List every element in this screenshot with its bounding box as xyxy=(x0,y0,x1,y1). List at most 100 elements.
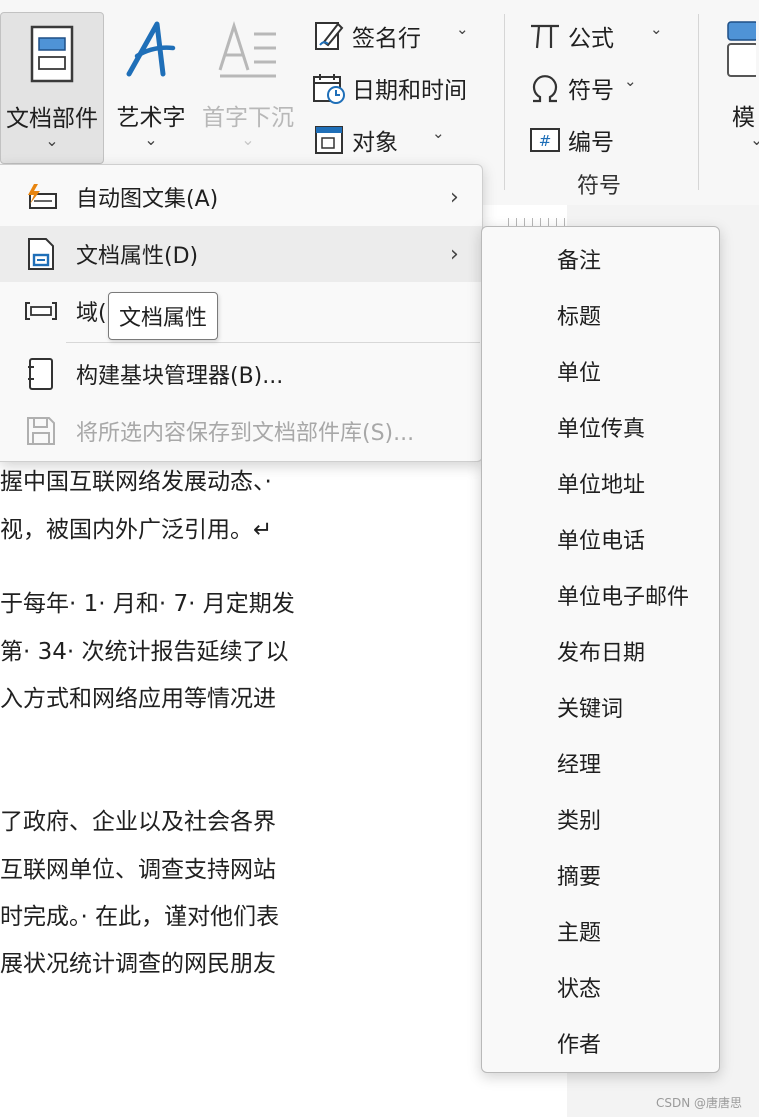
svg-text:#: # xyxy=(539,132,552,150)
menu-item-label: 文档属性(D) xyxy=(76,244,199,269)
doc-parts-button[interactable]: 文档部件 ⌄ xyxy=(0,12,104,164)
submenu-item-label: 单位传真 xyxy=(557,417,646,442)
symbols-group-label: 符号 xyxy=(577,174,622,199)
menu-item-autotext[interactable]: 自动图文集(A) › xyxy=(0,169,482,225)
object-label: 对象 xyxy=(352,130,398,156)
menu-item-label: 将所选内容保存到文档部件库(S)... xyxy=(76,421,415,446)
submenu-item-label: 单位 xyxy=(557,361,602,386)
submenu-item-label: 作者 xyxy=(557,1033,602,1058)
number-icon: # xyxy=(528,123,562,157)
doc-text-line[interactable]: 展状况统计调查的网民朋友 xyxy=(0,944,276,978)
dropcap-button[interactable]: 首字下沉 ⌄ xyxy=(196,12,300,162)
chevron-down-icon: ⌄ xyxy=(432,124,445,142)
menu-item-label: 自动图文集(A) xyxy=(76,187,219,212)
date-time-label: 日期和时间 xyxy=(352,78,467,104)
chevron-down-icon: ⌄ xyxy=(650,20,663,38)
watermark: CSDN @唐唐思 xyxy=(656,1096,743,1110)
doc-parts-menu: 自动图文集(A) › 文档属性(D) › 域(构建基块管理器(B)... 将所… xyxy=(0,164,483,462)
document-property-icon xyxy=(22,235,60,273)
omega-icon xyxy=(528,71,562,105)
submenu-item[interactable]: 状态 xyxy=(482,959,719,1015)
submenu-item[interactable]: 关键词 xyxy=(482,679,719,735)
menu-item-save-selection[interactable]: 将所选内容保存到文档部件库(S)... xyxy=(0,403,482,459)
field-icon xyxy=(22,292,60,330)
submenu-item[interactable]: 单位地址 xyxy=(482,455,719,511)
equation-label: 公式 xyxy=(568,26,614,52)
doc-parts-icon xyxy=(30,25,74,83)
dropcap-icon xyxy=(218,21,276,78)
doc-text-line[interactable]: 握中国互联网络发展动态、· xyxy=(0,462,272,496)
submenu-item[interactable]: 备注 xyxy=(482,231,719,287)
doc-text-line[interactable]: 互联网单位、调查支持网站 xyxy=(0,850,276,884)
submenu-item[interactable]: 单位电子邮件 xyxy=(482,567,719,623)
template-label: 模 xyxy=(732,105,755,131)
wordart-button[interactable]: 艺术字 ⌄ xyxy=(110,12,192,162)
chevron-down-icon: ⌄ xyxy=(750,130,759,149)
dropcap-label: 首字下沉 xyxy=(202,105,294,131)
chevron-down-icon: ⌄ xyxy=(624,72,637,90)
chevron-right-icon: › xyxy=(450,241,459,267)
doc-text-line[interactable]: 时完成。· 在此，谨对他们表 xyxy=(0,897,279,931)
number-button[interactable]: # 编号 xyxy=(528,118,688,162)
wordart-label: 艺术字 xyxy=(116,105,186,131)
menu-separator xyxy=(66,342,480,343)
signature-line-label: 签名行 xyxy=(352,26,421,52)
submenu-item-label: 单位电子邮件 xyxy=(557,585,690,610)
menu-item-building-blocks[interactable]: 构建基块管理器(B)... xyxy=(0,346,482,402)
doc-text-line[interactable]: 第· 34· 次统计报告延续了以 xyxy=(0,632,289,666)
submenu-item-label: 标题 xyxy=(557,305,602,330)
submenu-item-label: 主题 xyxy=(557,921,602,946)
chevron-down-icon: ⌄ xyxy=(456,20,469,38)
submenu-item[interactable]: 单位 xyxy=(482,343,719,399)
submenu-item[interactable]: 类别 xyxy=(482,791,719,847)
submenu-item-label: 经理 xyxy=(557,753,602,778)
equation-button[interactable]: 公式 ⌄ xyxy=(528,14,688,58)
autotext-icon xyxy=(22,178,60,216)
submenu-item-label: 摘要 xyxy=(557,865,602,890)
date-time-button[interactable]: 日期和时间 xyxy=(312,66,492,110)
menu-item-document-property[interactable]: 文档属性(D) › xyxy=(0,226,482,282)
wordart-icon xyxy=(126,21,176,77)
doc-text-line[interactable]: 于每年· 1· 月和· 7· 月定期发 xyxy=(0,584,295,618)
symbol-label: 符号 xyxy=(568,78,614,104)
submenu-item[interactable]: 标题 xyxy=(482,287,719,343)
submenu-item-label: 关键词 xyxy=(557,697,624,722)
group-divider xyxy=(504,14,505,190)
group-divider xyxy=(698,14,699,190)
symbol-button[interactable]: 符号 ⌄ xyxy=(528,66,688,110)
chevron-down-icon: ⌄ xyxy=(45,131,59,150)
submenu-item[interactable]: 经理 xyxy=(482,735,719,791)
template-icon xyxy=(727,21,756,77)
template-button[interactable]: 模 ⌄ xyxy=(718,12,759,162)
save-selection-icon xyxy=(22,412,60,450)
number-label: 编号 xyxy=(568,130,614,156)
doc-text-line[interactable]: 了政府、企业以及社会各界 xyxy=(0,802,276,836)
doc-parts-label: 文档部件 xyxy=(6,106,98,132)
submenu-item-label: 单位电话 xyxy=(557,529,646,554)
menu-item-label: 构建基块管理器(B)... xyxy=(76,364,284,389)
submenu-item[interactable]: 作者 xyxy=(482,1015,719,1071)
menu-item-label: 域( xyxy=(76,301,107,326)
chevron-down-icon: ⌄ xyxy=(241,130,255,149)
submenu-item[interactable]: 摘要 xyxy=(482,847,719,903)
menu-item-field[interactable]: 域( xyxy=(0,283,482,339)
doc-text-line[interactable]: 视，被国内外广泛引用。↵ xyxy=(0,510,272,544)
submenu-item-label: 状态 xyxy=(557,977,602,1002)
submenu-item[interactable]: 主题 xyxy=(482,903,719,959)
submenu-item[interactable]: 发布日期 xyxy=(482,623,719,679)
submenu-item[interactable]: 单位电话 xyxy=(482,511,719,567)
object-button[interactable]: 对象 ⌄ xyxy=(312,118,492,162)
submenu-item-label: 单位地址 xyxy=(557,473,646,498)
signature-line-icon xyxy=(312,19,346,53)
pi-icon xyxy=(528,19,562,53)
submenu-item[interactable]: 单位传真 xyxy=(482,399,719,455)
submenu-item-label: 备注 xyxy=(557,249,602,274)
chevron-right-icon: › xyxy=(450,184,459,210)
calendar-clock-icon xyxy=(312,71,346,105)
tooltip: 文档属性 xyxy=(108,292,219,340)
object-icon xyxy=(312,123,346,157)
chevron-down-icon: ⌄ xyxy=(144,130,158,149)
building-blocks-icon xyxy=(22,355,60,393)
doc-text-line[interactable]: 入方式和网络应用等情况进 xyxy=(0,679,276,713)
signature-line-button[interactable]: 签名行 ⌄ xyxy=(312,14,492,58)
